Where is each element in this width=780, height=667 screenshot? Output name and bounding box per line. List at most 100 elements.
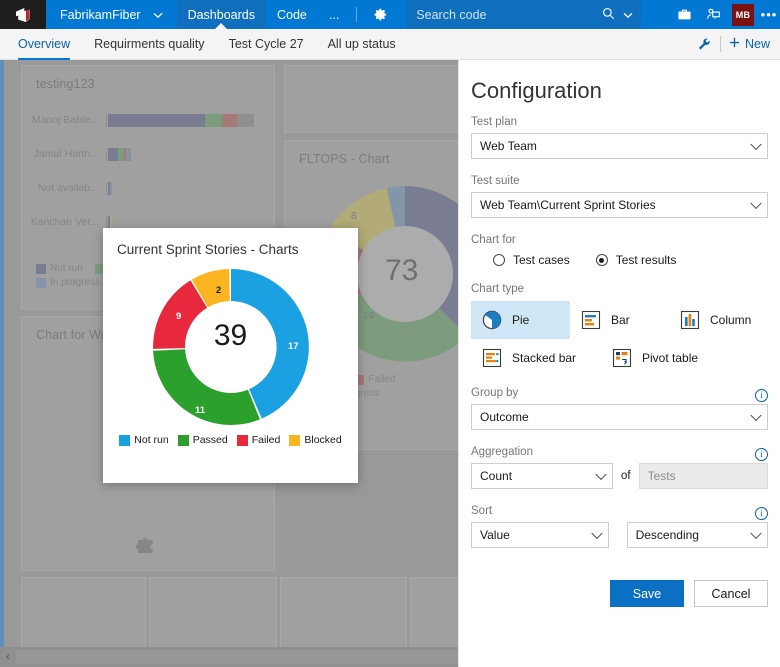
new-label: New — [745, 37, 770, 51]
panel-title: Configuration — [471, 78, 768, 104]
ellipsis-icon[interactable]: ••• — [758, 7, 780, 22]
donut-center-value: 39 — [103, 319, 358, 353]
feedback-person-icon[interactable] — [699, 0, 728, 29]
project-selector[interactable]: FabrikamFiber — [46, 0, 177, 29]
info-icon[interactable]: i — [755, 507, 768, 520]
legend-label: Failed — [252, 434, 281, 446]
pie-slice-label: 8 — [351, 211, 357, 222]
bar-track — [106, 182, 112, 195]
column-chart-icon — [679, 309, 701, 331]
bar-row: Manoj Bable... — [22, 103, 274, 137]
chevron-down-icon — [153, 8, 163, 22]
nav-item-more[interactable]: ... — [318, 0, 350, 29]
chevron-down-icon — [750, 139, 761, 150]
legend-item: Failed — [237, 434, 281, 446]
chart-for-radio-group: Test cases Test results — [471, 253, 768, 267]
legend-item: Blocked — [289, 434, 341, 446]
bar-row: Not availab... — [22, 171, 274, 205]
info-icon[interactable]: i — [755, 389, 768, 402]
radio-test-cases[interactable]: Test cases — [493, 253, 570, 267]
group-by-value: Outcome — [480, 410, 529, 424]
chart-type-label-text: Bar — [611, 313, 630, 327]
new-dashboard-button[interactable]: New — [729, 37, 770, 51]
top-right-actions: MB ••• — [670, 0, 780, 29]
avatar[interactable]: MB — [732, 4, 754, 26]
test-suite-dropdown[interactable]: Web Team\Current Sprint Stories — [471, 192, 768, 218]
group-by-header: Group by i — [471, 387, 768, 404]
radio-label: Test cases — [513, 253, 570, 267]
nav-item-dashboards[interactable]: Dashboards — [177, 0, 266, 29]
preview-chart-legend: Not run Passed Failed Blocked — [103, 434, 358, 446]
info-icon[interactable]: i — [755, 448, 768, 461]
tabbar-divider — [720, 36, 721, 52]
legend-swatch — [36, 264, 46, 274]
aggregation-of-value: Tests — [648, 469, 676, 483]
horizontal-scrollbar[interactable] — [16, 650, 460, 664]
chevron-down-icon — [750, 198, 761, 209]
donut-slice-value: 17 — [288, 341, 299, 352]
chart-type-pie[interactable]: Pie — [471, 301, 570, 339]
aggregation-label: Aggregation — [471, 446, 533, 458]
legend-swatch — [178, 435, 189, 446]
group-by-label: Group by — [471, 387, 518, 399]
legend-item: Not run — [119, 434, 168, 446]
sort-header: Sort i — [471, 505, 768, 522]
aggregation-of-field: Tests — [639, 463, 768, 489]
legend-label: Not run — [134, 434, 168, 446]
test-plan-dropdown[interactable]: Web Team — [471, 133, 768, 159]
legend-item: Passed — [178, 434, 228, 446]
chart-preview-card: Current Sprint Stories - Charts 39 17 11 — [103, 228, 358, 483]
test-suite-label: Test suite — [471, 175, 768, 187]
search-icon[interactable] — [602, 7, 615, 23]
tab-overview[interactable]: Overview — [6, 29, 82, 60]
aggregation-header: Aggregation i — [471, 446, 768, 463]
plus-icon — [729, 37, 740, 51]
search-chevron-down-icon[interactable] — [623, 8, 633, 22]
chart-type-bar[interactable]: Bar — [570, 301, 669, 339]
chart-type-label-text: Pivot table — [642, 351, 698, 365]
wrench-icon[interactable] — [697, 37, 712, 52]
gear-icon[interactable] — [363, 0, 398, 29]
legend-label: Passed — [193, 434, 228, 446]
tab-requirments-quality[interactable]: Requirments quality — [82, 29, 216, 60]
chevron-down-icon — [750, 528, 761, 539]
briefcase-icon[interactable] — [670, 0, 699, 29]
canvas-left-rail — [0, 60, 4, 667]
search-input[interactable] — [416, 8, 598, 22]
test-plan-value: Web Team — [480, 139, 537, 153]
search-box[interactable] — [406, 0, 641, 29]
configuration-panel: Configuration Test plan Web Team Test su… — [458, 60, 780, 667]
aggregation-dropdown[interactable]: Count — [471, 463, 613, 489]
legend-swatch — [36, 278, 46, 288]
cancel-button[interactable]: Cancel — [694, 580, 768, 607]
app-window: FabrikamFiber Dashboards Code ... — [0, 0, 780, 667]
aggregation-value: Count — [480, 469, 512, 483]
bar-row: Jamal Hartn... — [22, 137, 274, 171]
bar-track — [106, 216, 112, 229]
legend-swatch — [119, 435, 130, 446]
chart-type-stacked-bar[interactable]: Stacked bar — [471, 339, 601, 377]
sort-field-dropdown[interactable]: Value — [471, 522, 609, 548]
tab-all-up-status[interactable]: All up status — [316, 29, 408, 60]
dashboard-bottom-bar: ‹ — [0, 647, 460, 667]
bar-category-label: Manoj Bable... — [22, 114, 106, 126]
chart-type-label-text: Stacked bar — [512, 351, 576, 365]
group-by-dropdown[interactable]: Outcome — [471, 404, 768, 430]
chevron-down-icon — [595, 469, 606, 480]
chart-type-pivot-table[interactable]: Pivot table — [601, 339, 731, 377]
chevron-left-icon[interactable]: ‹ — [0, 651, 16, 663]
sort-row: Value Descending — [471, 522, 768, 548]
widget-title: testing123 — [22, 66, 274, 91]
test-plan-label: Test plan — [471, 116, 768, 128]
top-navigation-bar: FabrikamFiber Dashboards Code ... — [0, 0, 780, 29]
chart-type-column[interactable]: Column — [669, 301, 768, 339]
widget-placeholder[interactable] — [284, 65, 460, 133]
nav-item-code[interactable]: Code — [266, 0, 318, 29]
nav-item-label: Dashboards — [188, 8, 255, 22]
tab-test-cycle-27[interactable]: Test Cycle 27 — [217, 29, 316, 60]
radio-test-results[interactable]: Test results — [596, 253, 677, 267]
bar-track — [106, 148, 131, 161]
azure-devops-logo-icon[interactable] — [0, 0, 46, 29]
sort-direction-dropdown[interactable]: Descending — [627, 522, 768, 548]
save-button[interactable]: Save — [610, 580, 684, 607]
